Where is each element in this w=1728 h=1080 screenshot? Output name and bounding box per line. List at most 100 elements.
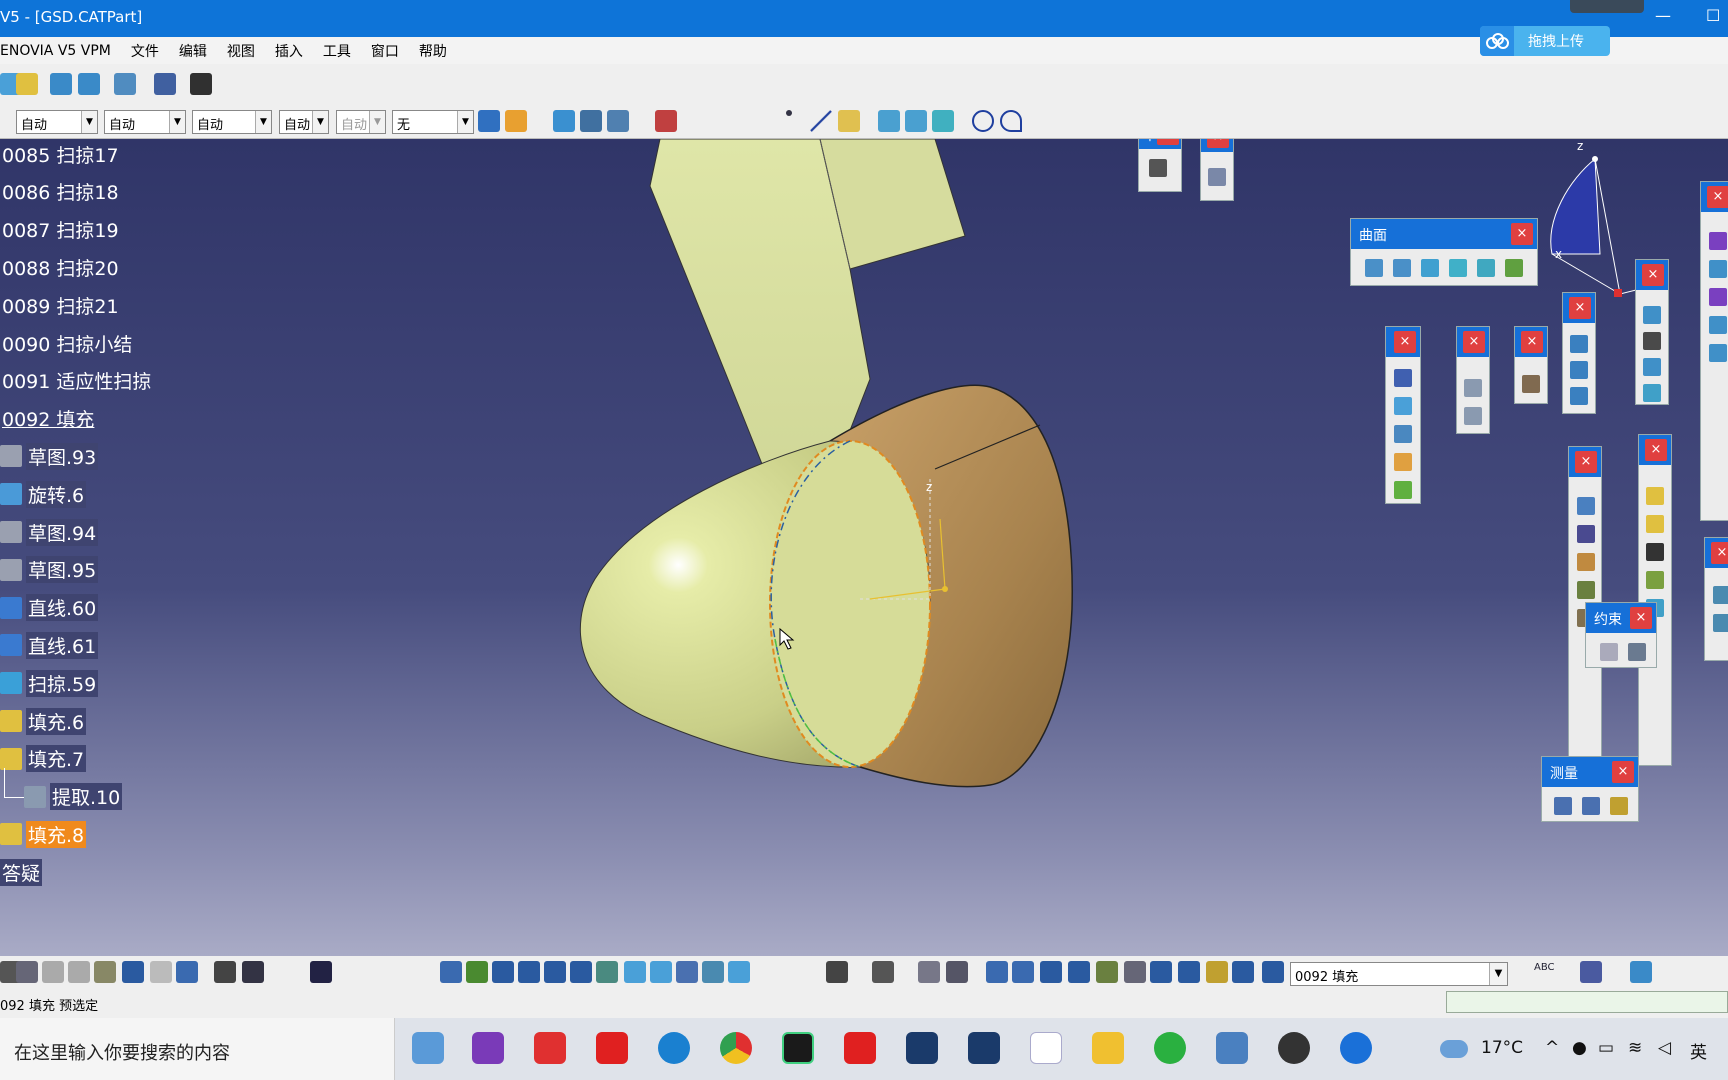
sketch-icon[interactable] [0,521,22,543]
volume-icon[interactable] [1464,379,1482,397]
taskbar-search[interactable]: 在这里输入你要搜索的内容 [0,1018,395,1080]
tree-item[interactable]: 0091 适应性扫掠 [0,366,153,396]
fill-icon[interactable] [0,747,22,770]
tree-item[interactable]: 答疑 [0,857,43,887]
loft-icon[interactable] [1505,259,1523,277]
close-icon[interactable]: × [1521,331,1543,353]
graphic-select-1[interactable]: 自动 ▼ [16,110,98,134]
sweep-icon[interactable] [932,110,954,132]
tool-icon[interactable] [1577,553,1595,571]
tree-item[interactable]: 0092 填充 [0,404,96,434]
brush-icon[interactable] [505,110,527,132]
app-icon[interactable] [534,1032,566,1064]
menu-tools[interactable]: 工具 [313,41,361,61]
tree-item[interactable]: 直线.60 [0,593,99,623]
menu-edit[interactable]: 编辑 [169,41,217,61]
edge-icon[interactable] [658,1032,690,1064]
tool-icon[interactable] [1713,586,1728,604]
tool-icon[interactable] [1096,961,1118,983]
graphic-select-3[interactable]: 自动 ▼ [192,110,272,134]
tool-icon[interactable] [1150,961,1172,983]
close-icon[interactable]: × [1575,451,1597,473]
grid-icon[interactable] [1577,525,1595,543]
close-icon[interactable]: × [1612,761,1634,783]
normal-view-icon[interactable] [596,961,618,983]
mic-icon[interactable]: ● [1572,1038,1587,1058]
tool-icon[interactable] [1178,961,1200,983]
3d-viewport[interactable]: z z x 0085 扫掠17 0086 扫掠18 0087 扫掠19 0088 扫掠… [0,139,1728,956]
extrude-icon[interactable] [878,110,900,132]
minimize-button[interactable]: — [1655,6,1671,25]
baidu-netdisk-icon[interactable] [1030,1032,1062,1064]
paste-icon[interactable] [94,961,116,983]
graphic-select-2[interactable]: 自动 ▼ [104,110,186,134]
tool-icon[interactable] [1068,961,1090,983]
tool-icon[interactable] [1646,543,1664,561]
sweep-icon[interactable] [1449,259,1467,277]
close-icon[interactable]: × [1569,297,1591,319]
tree-item[interactable]: 0087 扫掠19 [0,215,121,245]
app-icon[interactable] [412,1032,444,1064]
tree-item[interactable]: 填充.8 [0,819,87,849]
zoom-in-icon[interactable] [544,961,566,983]
menu-view[interactable]: 视图 [217,41,265,61]
layer-icon[interactable] [1262,961,1284,983]
onenote-icon[interactable] [472,1032,504,1064]
graphic-select-6[interactable]: 无 ▼ [392,110,474,134]
shading-icon[interactable] [676,961,698,983]
sweep-icon[interactable] [0,672,22,695]
swap-space-icon[interactable] [728,961,750,983]
formula-icon[interactable] [214,961,236,983]
layer-icon[interactable] [553,110,575,132]
chevron-up-icon[interactable]: ^ [1545,1038,1559,1058]
chrome-icon[interactable] [720,1032,752,1064]
circle-icon[interactable] [972,110,994,132]
tree-item[interactable]: 直线.61 [0,630,99,660]
table-icon[interactable] [310,961,332,983]
print-icon[interactable] [16,961,38,983]
line-icon[interactable] [0,634,22,657]
abc-label[interactable]: ABC [1534,962,1555,973]
tool-icon[interactable] [1646,571,1664,589]
grid-icon[interactable] [1012,961,1034,983]
pycharm-icon[interactable] [782,1032,814,1064]
tool-icon[interactable] [1709,316,1727,334]
constraint-icon[interactable] [1600,643,1618,661]
join-icon[interactable] [1394,369,1412,387]
app-icon[interactable] [1340,1032,1372,1064]
tool-icon[interactable] [1709,260,1727,278]
close-icon[interactable]: × [1394,331,1416,353]
tree-item[interactable]: 草图.93 [0,441,99,471]
close-icon[interactable]: × [1463,331,1485,353]
tool-icon[interactable] [1580,961,1602,983]
plane-icon[interactable] [838,110,860,132]
tool-icon[interactable] [580,110,602,132]
tool-icon[interactable] [1643,384,1661,402]
tool-icon[interactable] [114,73,136,95]
measure-inertia-icon[interactable] [1610,797,1628,815]
revolve-icon[interactable] [1393,259,1411,277]
tree-item[interactable]: 草图.95 [0,555,99,585]
close-icon[interactable]: × [1711,542,1728,564]
tree-item[interactable]: 填充.6 [0,706,87,736]
maximize-button[interactable]: ☐ [1706,6,1720,25]
sketch-icon[interactable] [0,445,22,468]
tree-item[interactable]: 旋转.6 [0,479,87,509]
tool-icon[interactable] [1643,332,1661,350]
tool-icon[interactable] [1577,581,1595,599]
command-input[interactable] [1446,991,1728,1013]
folder-icon[interactable] [1092,1032,1124,1064]
catia-icon[interactable] [968,1032,1000,1064]
tool-icon[interactable] [1643,306,1661,324]
curve-icon[interactable] [1570,335,1588,353]
curve-icon[interactable] [1570,361,1588,379]
tool-icon[interactable] [946,961,968,983]
tree-item[interactable]: 0086 扫掠18 [0,177,121,207]
cut-icon[interactable] [42,961,64,983]
tree-item[interactable]: 0090 扫掠小结 [0,328,134,358]
catia-icon[interactable] [906,1032,938,1064]
copy-icon[interactable] [68,961,90,983]
volume-icon[interactable] [1464,407,1482,425]
app-icon[interactable] [1216,1032,1248,1064]
sketch-icon[interactable] [1149,159,1167,177]
